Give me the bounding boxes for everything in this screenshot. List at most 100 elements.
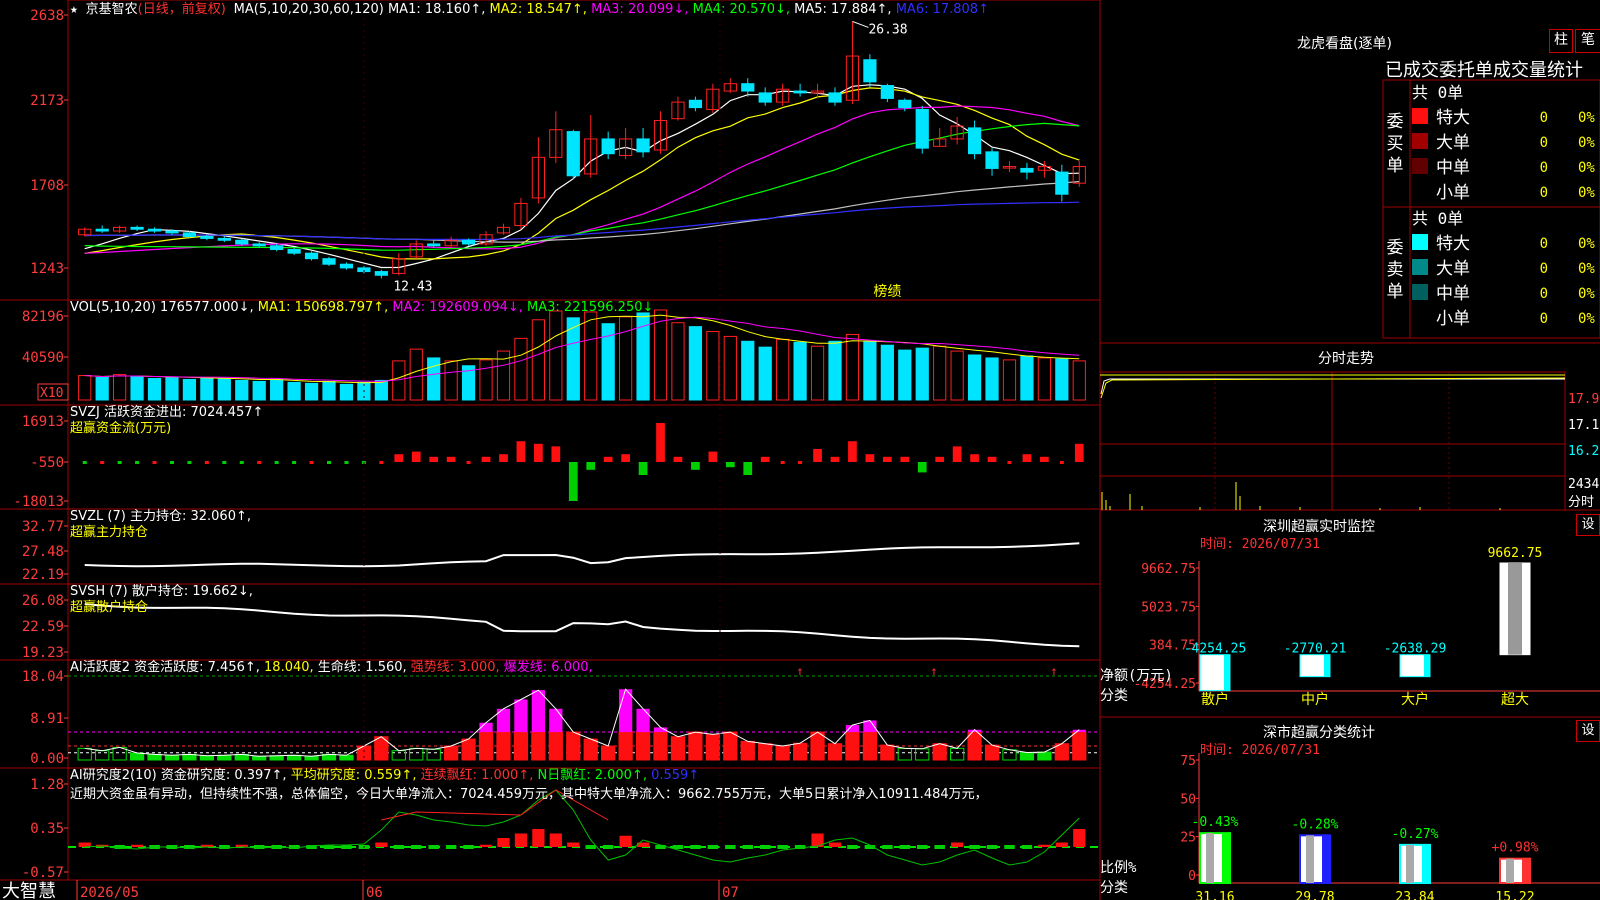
svzj-bar xyxy=(429,456,439,462)
ai1-bar xyxy=(897,747,912,761)
szm-cat-label: 大户 xyxy=(1401,691,1429,708)
svzj-mark xyxy=(780,461,785,464)
sz-monitor-title: 深圳超赢实时监控 xyxy=(1263,519,1375,535)
ma3-line xyxy=(84,105,1080,254)
volume-bar xyxy=(549,310,563,401)
order-stats-tabs[interactable]: 已成交委托单成交量统计 xyxy=(1385,56,1583,82)
ai1-bar xyxy=(810,731,825,761)
main-ytick: 1243 xyxy=(30,261,64,277)
volume-bar xyxy=(78,375,92,401)
volume-bar xyxy=(339,383,354,401)
candle-body xyxy=(636,138,650,153)
ai1-item-4: 爆发线: 6.000, xyxy=(503,660,593,675)
ai1-bar xyxy=(513,731,529,761)
volume-bar xyxy=(688,326,703,401)
ai1-bar xyxy=(845,731,860,761)
column-mode-button[interactable]: 柱 xyxy=(1549,29,1573,53)
ai2-mark xyxy=(742,845,753,849)
svzj-bar xyxy=(481,456,491,462)
ai2-mark xyxy=(934,845,945,849)
szc-bar-label: 31.16 xyxy=(1195,890,1234,900)
svzj-bar xyxy=(760,456,770,462)
szm-bar-label: -2638.29 xyxy=(1384,642,1447,657)
svzj-mark xyxy=(257,461,262,464)
ai1-bar xyxy=(269,755,284,761)
svzj-bar xyxy=(865,454,875,462)
sz-class-time: 时间: 2026/07/31 xyxy=(1200,743,1320,758)
sell-side-label: 卖 xyxy=(1387,260,1404,280)
fenshi-price-mid: 17.10 xyxy=(1568,418,1600,433)
candle-body xyxy=(828,92,842,103)
svzj-mark xyxy=(327,461,331,464)
ai1-burst-bar xyxy=(636,708,650,733)
candle-body xyxy=(967,127,982,155)
candle-body xyxy=(1055,171,1069,195)
candle-body xyxy=(880,85,894,99)
ai2-item-3: N日飘红: 2.000↑, xyxy=(537,768,652,783)
ai1-bar xyxy=(967,731,982,761)
ai2-mark xyxy=(585,845,596,849)
ai1-bar xyxy=(670,736,686,761)
vol-header: VOL(5,10,20) 176577.000↓, MA1: 150698.79… xyxy=(70,300,653,316)
tick-mode-button[interactable]: 笔 xyxy=(1575,29,1600,53)
ai2-mark xyxy=(986,845,998,849)
candle-body xyxy=(304,252,319,260)
szc-bar-accent xyxy=(1422,844,1430,883)
svzj-bar xyxy=(970,454,979,462)
candle-body xyxy=(601,138,615,155)
svzj-bar xyxy=(917,462,927,473)
volume-bar xyxy=(950,350,964,401)
buy-row-name: 特大 xyxy=(1436,108,1470,128)
ai1-ytick: 8.91 xyxy=(30,711,64,727)
ma-item-0: MA(5,10,20,30,60,120) xyxy=(233,2,388,17)
chart-mode: (日线，前复权) xyxy=(137,2,226,17)
ai2-mark xyxy=(847,845,858,849)
ai2-item-1: 平均研究度: 0.559↑, xyxy=(290,768,421,783)
ai1-bar xyxy=(950,747,965,761)
szc-ytick: 0 xyxy=(1188,869,1196,884)
ai2-bar xyxy=(619,835,632,847)
ai2-mark xyxy=(1004,845,1015,849)
ma-indicators: MA(5,10,20,30,60,120) MA1: 18.160↑, MA2:… xyxy=(234,2,989,17)
ai1-bar xyxy=(1002,749,1017,761)
svzj-mark xyxy=(309,461,314,464)
sz-monitor-settings-button[interactable]: 设 xyxy=(1576,514,1600,536)
sz-class-settings-button[interactable]: 设 xyxy=(1576,720,1600,742)
sell-row-pct: 0% xyxy=(1578,286,1595,302)
ai2-ytick: -0.57 xyxy=(22,865,64,881)
ai2-bar xyxy=(479,844,493,847)
candle-body xyxy=(182,232,197,238)
buy-row-name: 小单 xyxy=(1436,183,1470,203)
ai1-bar xyxy=(705,733,720,761)
ai1-bar xyxy=(426,748,441,761)
buy-row-count: 0 xyxy=(1540,160,1548,176)
buy-total: 共 0单 xyxy=(1412,83,1463,102)
szc-ytick: 25 xyxy=(1180,831,1196,846)
szm-bar-shade xyxy=(1508,563,1522,655)
high-label: 26.38 xyxy=(868,22,907,37)
sell-row-count: 0 xyxy=(1540,311,1548,327)
favorite-star-icon[interactable]: ★ xyxy=(70,2,78,17)
ai1-bar xyxy=(827,743,843,761)
ma1-line xyxy=(84,84,1080,269)
ai2-mark xyxy=(969,845,980,849)
svzl-ytick: 22.19 xyxy=(22,567,64,583)
sell-row-name: 中单 xyxy=(1436,284,1470,304)
svzj-bar xyxy=(725,462,735,468)
ai1-bar xyxy=(147,753,162,761)
svzj-bar xyxy=(499,454,508,462)
candle-body xyxy=(95,228,109,232)
ai2-mark xyxy=(463,845,474,849)
ai2-bar xyxy=(567,842,580,847)
ai2-mark xyxy=(899,845,911,849)
ai2-item-2: 连续飘红: 1.000↑, xyxy=(420,768,538,783)
ai2-mark xyxy=(393,845,405,849)
chart-canvas[interactable]: 2638 2173 1708 1243 26.38 12.43 榜绩 82196 40590 X1… xyxy=(0,0,1600,900)
svzj-mark xyxy=(1007,461,1012,464)
sell-row-pct: 0% xyxy=(1578,311,1595,327)
main-ytick: 1708 xyxy=(30,178,64,194)
szc-bar-shade xyxy=(1406,844,1414,883)
szc-bar-change: +0.98% xyxy=(1492,841,1539,856)
candle-body xyxy=(374,271,388,276)
ai2-bar xyxy=(549,833,562,847)
